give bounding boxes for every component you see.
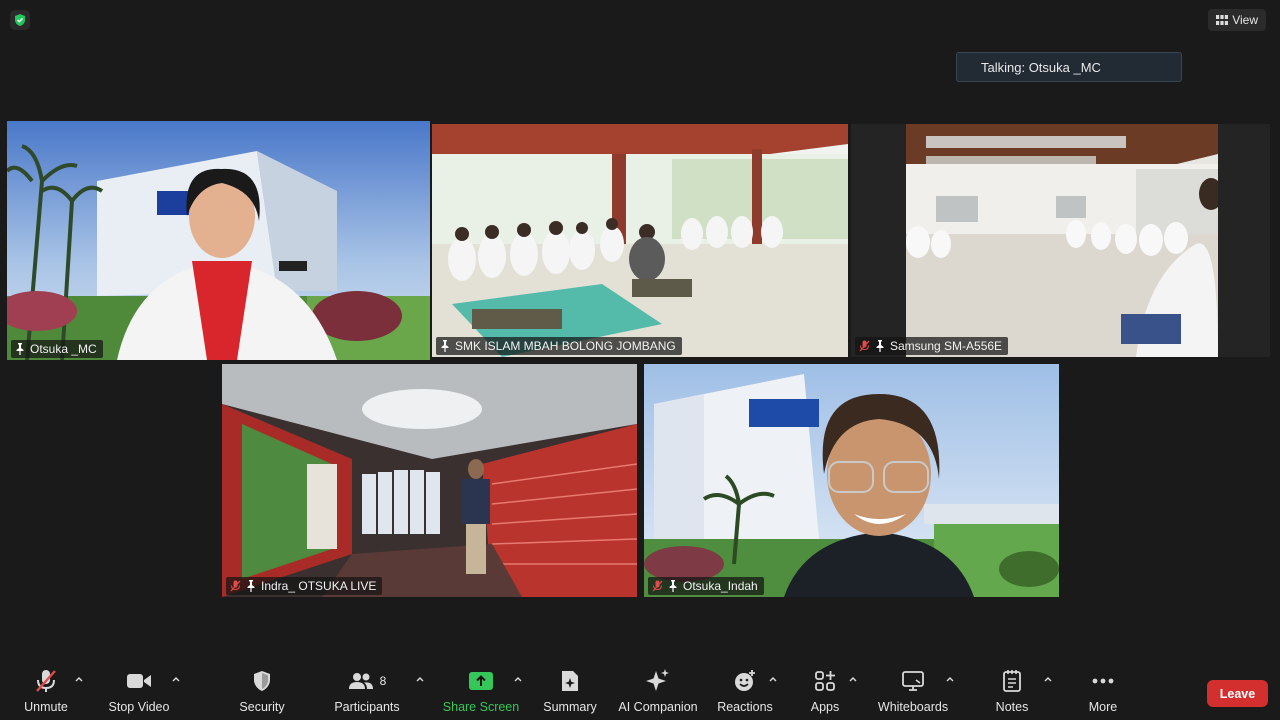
- video-options-chevron-icon[interactable]: [171, 674, 181, 684]
- muted-mic-icon: [652, 580, 663, 592]
- more-button[interactable]: More: [1084, 668, 1122, 714]
- share-screen-label: Share Screen: [442, 700, 520, 714]
- pin-icon: [669, 580, 677, 592]
- whiteboard-icon: [902, 671, 924, 691]
- participants-icon: [348, 673, 373, 689]
- ai-sparkle-icon: [646, 669, 669, 691]
- leave-button[interactable]: Leave: [1207, 680, 1268, 707]
- video-feed: [432, 124, 848, 357]
- unmute-options-chevron-icon[interactable]: [74, 674, 84, 684]
- participants-options-chevron-icon[interactable]: [415, 674, 425, 684]
- more-label: More: [1088, 700, 1118, 714]
- participants-label: Participants: [334, 700, 400, 714]
- participant-label: Indra_ OTSUKA LIVE: [226, 577, 383, 595]
- video-tile-indra[interactable]: Indra_ OTSUKA LIVE: [222, 364, 637, 597]
- participant-label: Samsung SM-A556E: [855, 337, 1009, 355]
- encryption-shield-icon[interactable]: [10, 10, 30, 30]
- apps-options-chevron-icon[interactable]: [848, 674, 858, 684]
- notes-icon: [1003, 670, 1021, 692]
- apps-button[interactable]: Apps: [806, 668, 844, 714]
- meeting-window: View Talking: Otsuka _MC Otsuka _MC SMK …: [0, 0, 1280, 720]
- whiteboards-label: Whiteboards: [877, 700, 949, 714]
- apps-label: Apps: [810, 700, 840, 714]
- samsung-label-anchor: Samsung SM-A556E: [855, 124, 1009, 357]
- reactions-button[interactable]: Reactions: [717, 668, 773, 714]
- video-feed: [906, 124, 1218, 357]
- meeting-toolbar: Unmute Stop Video Security 8 Participant…: [0, 660, 1280, 720]
- security-label: Security: [239, 700, 285, 714]
- participants-count: 8: [379, 674, 387, 688]
- share-screen-icon: [469, 672, 493, 690]
- participant-name: Indra_ OTSUKA LIVE: [261, 579, 377, 593]
- muted-mic-icon: [230, 580, 241, 592]
- whiteboards-options-chevron-icon[interactable]: [945, 674, 955, 684]
- video-feed: [644, 364, 1059, 597]
- summary-document-icon: [562, 671, 578, 691]
- view-label: View: [1232, 13, 1258, 27]
- video-feed: [7, 121, 430, 360]
- notes-options-chevron-icon[interactable]: [1043, 674, 1053, 684]
- talking-label: Talking: Otsuka _MC: [981, 59, 1101, 75]
- security-shield-icon: [254, 671, 270, 691]
- participant-name: SMK ISLAM MBAH BOLONG JOMBANG: [455, 339, 676, 353]
- reactions-label: Reactions: [717, 700, 773, 714]
- apps-icon: [815, 671, 835, 691]
- video-tile-smk-islam[interactable]: SMK ISLAM MBAH BOLONG JOMBANG: [432, 124, 848, 357]
- unmute-label: Unmute: [24, 700, 68, 714]
- pin-icon: [441, 340, 449, 352]
- pin-icon: [16, 343, 24, 355]
- grid-icon: [1216, 15, 1229, 25]
- whiteboards-button[interactable]: Whiteboards: [876, 668, 950, 714]
- pin-icon: [247, 580, 255, 592]
- video-tile-otsuka-mc[interactable]: Otsuka _MC: [7, 121, 430, 360]
- muted-microphone-icon: [36, 670, 56, 692]
- pin-icon: [876, 340, 884, 352]
- unmute-button[interactable]: Unmute: [22, 668, 70, 714]
- participant-label: Otsuka _MC: [11, 340, 103, 358]
- video-feed: [222, 364, 637, 597]
- security-button[interactable]: Security: [238, 668, 286, 714]
- participant-name: Otsuka_Indah: [683, 579, 758, 593]
- stop-video-button[interactable]: Stop Video: [106, 668, 172, 714]
- video-camera-icon: [127, 674, 151, 688]
- share-screen-button[interactable]: Share Screen: [442, 668, 520, 714]
- ai-companion-button[interactable]: AI Companion: [618, 668, 698, 714]
- talking-indicator: Talking: Otsuka _MC: [956, 52, 1182, 82]
- muted-mic-icon: [859, 340, 870, 352]
- summary-button[interactable]: Summary: [542, 668, 598, 714]
- view-button[interactable]: View: [1208, 9, 1266, 31]
- notes-label: Notes: [995, 700, 1029, 714]
- participant-name: Samsung SM-A556E: [890, 339, 1003, 353]
- summary-label: Summary: [543, 700, 597, 714]
- more-dots-icon: [1092, 678, 1114, 684]
- reactions-options-chevron-icon[interactable]: [768, 674, 778, 684]
- notes-button[interactable]: Notes: [992, 668, 1032, 714]
- video-feed-samsung: [906, 124, 1218, 357]
- video-tile-otsuka-indah[interactable]: Otsuka_Indah: [644, 364, 1059, 597]
- participant-label: SMK ISLAM MBAH BOLONG JOMBANG: [436, 337, 682, 355]
- participants-button[interactable]: 8 Participants: [332, 668, 402, 714]
- participant-label: Otsuka_Indah: [648, 577, 764, 595]
- share-options-chevron-icon[interactable]: [513, 674, 523, 684]
- emoji-smile-icon: [735, 670, 755, 691]
- ai-companion-label: AI Companion: [618, 700, 698, 714]
- stop-video-label: Stop Video: [108, 700, 170, 714]
- participant-name: Otsuka _MC: [30, 342, 97, 356]
